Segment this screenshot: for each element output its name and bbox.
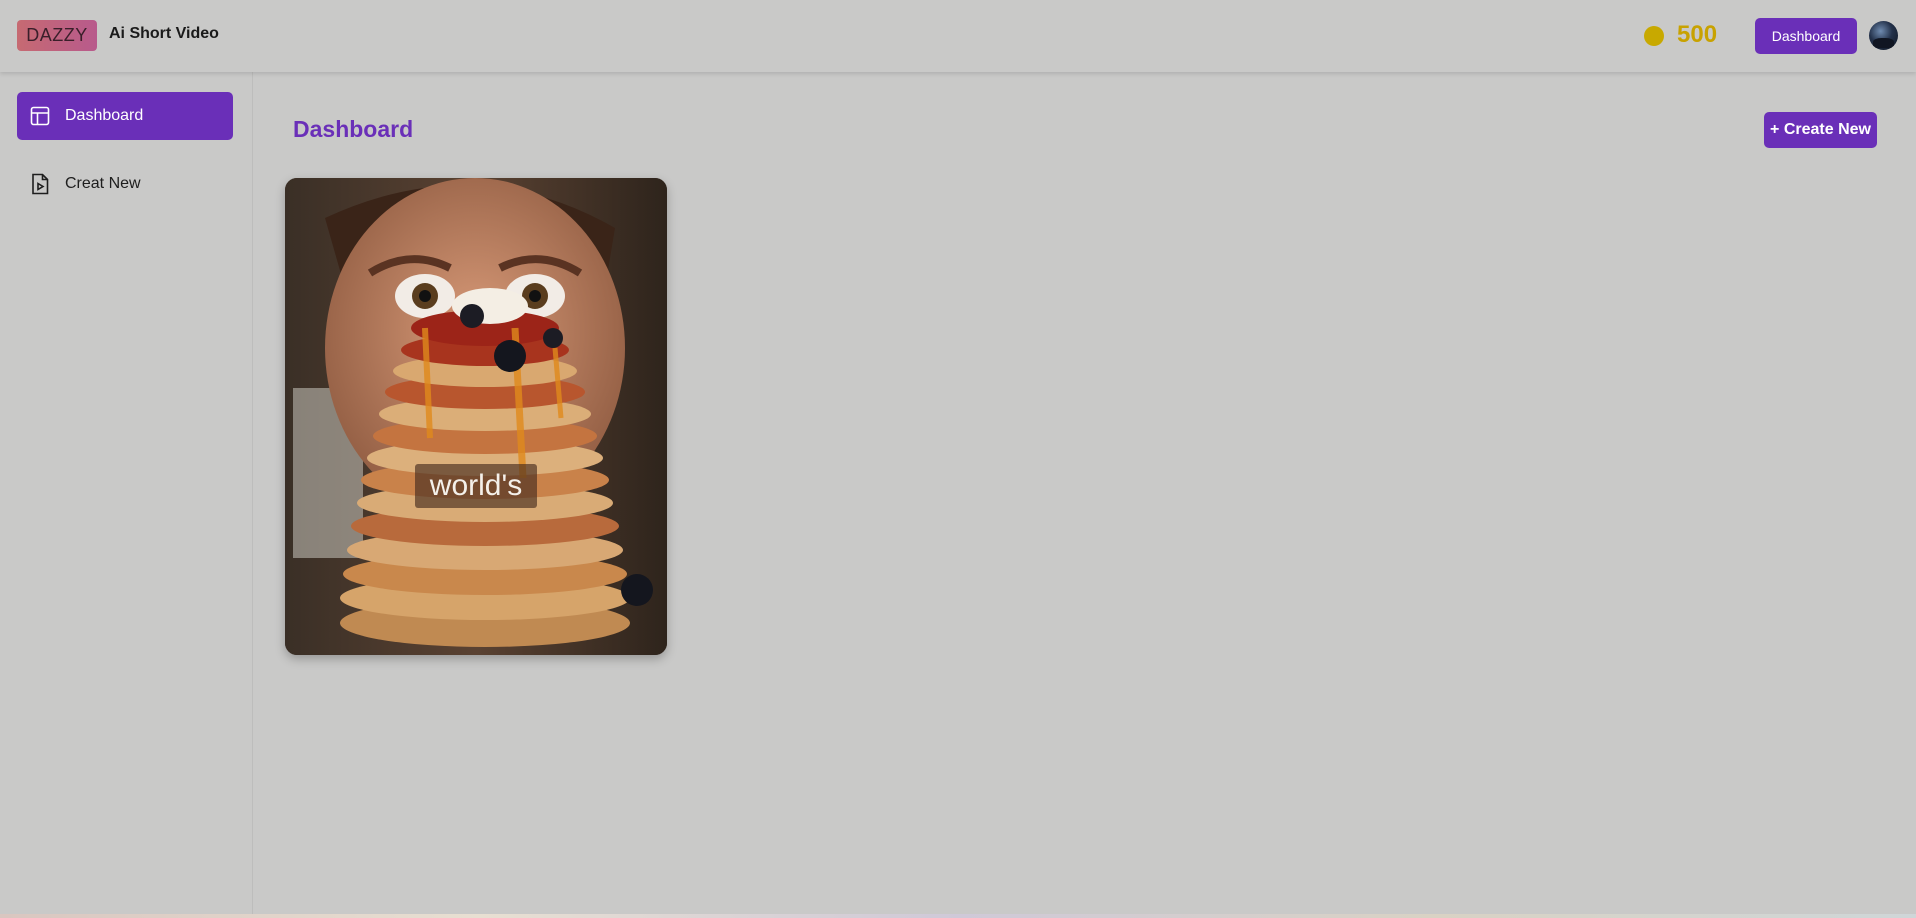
top-header: DAZZY Ai Short Video 500 Dashboard — [0, 0, 1916, 72]
header-dashboard-button[interactable]: Dashboard — [1755, 18, 1857, 54]
sidebar-item-create-new[interactable]: Creat New — [17, 160, 233, 208]
coin-icon — [1644, 26, 1664, 46]
app-root: DAZZY Ai Short Video 500 Dashboard Dashb… — [0, 0, 1916, 918]
page-title: Dashboard — [293, 116, 414, 142]
layout-icon — [30, 106, 50, 126]
sidebar-item-label: Creat New — [65, 175, 141, 192]
sidebar-item-dashboard[interactable]: Dashboard — [17, 92, 233, 140]
video-card[interactable]: world's — [285, 178, 667, 655]
create-new-button[interactable]: + Create New — [1764, 112, 1877, 148]
bottom-strip — [0, 914, 1916, 918]
app-name: Ai Short Video — [109, 25, 219, 42]
file-video-icon — [30, 173, 50, 195]
video-thumbnail — [285, 178, 667, 655]
logo-badge[interactable]: DAZZY — [17, 20, 97, 51]
sidebar-item-label: Dashboard — [65, 107, 144, 124]
user-avatar[interactable] — [1869, 21, 1898, 50]
sidebar: Dashboard Creat New — [0, 72, 253, 918]
credit-count: 500 — [1677, 21, 1718, 48]
video-caption: world's — [415, 464, 537, 508]
